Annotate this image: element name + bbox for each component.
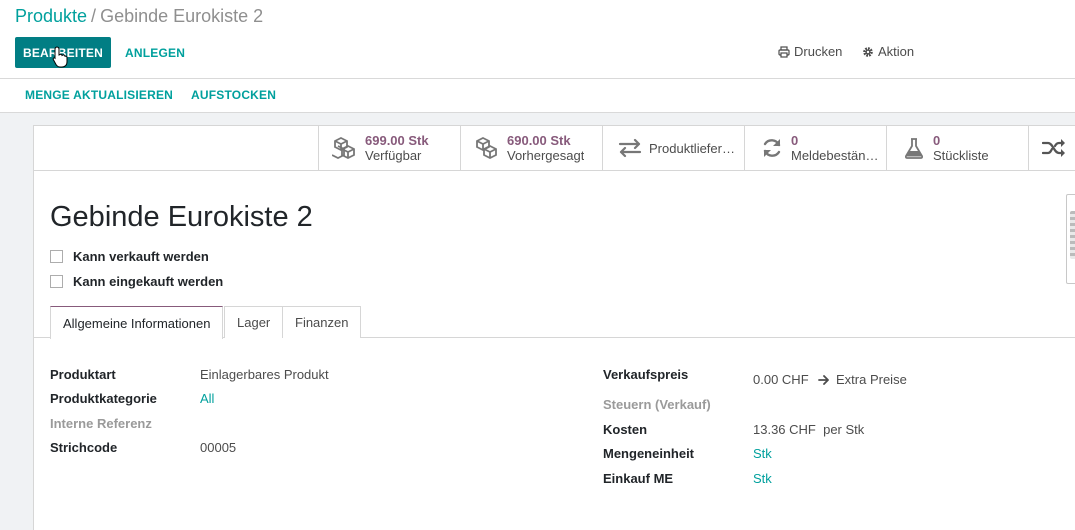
forecasted-label: Vorhergesagt: [507, 148, 585, 163]
barcode-value[interactable]: 00005: [200, 440, 236, 455]
tab-general-information[interactable]: Allgemeine Informationen: [50, 306, 224, 339]
arrow-right-icon: [818, 374, 829, 385]
gear-icon: [863, 46, 873, 57]
print-menu[interactable]: Drucken: [778, 44, 842, 59]
can-be-purchased-row: Kann eingekauft werden: [50, 274, 223, 289]
product-type-label: Produktart: [50, 367, 116, 382]
tab-inventory[interactable]: Lager: [224, 306, 284, 338]
available-label: Verfügbar: [365, 148, 422, 163]
replenish-button[interactable]: AUFSTOCKEN: [191, 88, 276, 102]
smart-button-box: 699.00 Stk Verfügbar 690.00 Stk Vorherge…: [34, 126, 1075, 171]
uom-value[interactable]: Stk: [753, 446, 772, 461]
notebook-tabs: Allgemeine Informationen Lager Finanzen: [34, 306, 1075, 339]
smart-button-forecasted[interactable]: 690.00 Stk Vorhergesagt: [460, 126, 602, 170]
available-qty: 699.00 Stk: [365, 133, 429, 148]
product-type-value[interactable]: Einlagerbares Produkt: [200, 367, 329, 382]
bom-label: Stückliste: [933, 148, 989, 163]
extra-prices-button[interactable]: Extra Preise: [818, 372, 907, 387]
product-category-value[interactable]: All: [200, 391, 214, 406]
product-moves-label: Produktliefer…: [649, 140, 735, 156]
update-quantity-button[interactable]: MENGE AKTUALISIEREN: [25, 88, 173, 102]
cubes-icon: [332, 136, 355, 160]
mouse-pointer-icon: [52, 46, 68, 68]
sales-price-value[interactable]: 0.00 CHF: [753, 372, 809, 387]
forecasted-qty: 690.00 Stk: [507, 133, 571, 148]
control-panel: Produkte / Gebinde Eurokiste 2 BEARBEITEN …: [0, 0, 1075, 79]
flask-icon: [904, 138, 924, 159]
purchase-uom-value[interactable]: Stk: [753, 471, 772, 486]
smart-button-reordering[interactable]: 0 Meldebestän…: [744, 126, 886, 170]
product-image[interactable]: [1066, 194, 1075, 284]
cost-label: Kosten: [603, 422, 648, 437]
can-be-sold-row: Kann verkauft werden: [50, 249, 209, 264]
action-menu[interactable]: Aktion: [862, 44, 914, 59]
status-bar: MENGE AKTUALISIEREN AUFSTOCKEN: [0, 79, 1075, 113]
breadcrumb-parent[interactable]: Produkte: [15, 6, 87, 26]
tab-accounting[interactable]: Finanzen: [282, 306, 362, 338]
can-be-purchased-label: Kann eingekauft werden: [73, 274, 224, 289]
smart-button-bom[interactable]: 0 Stückliste: [886, 126, 1028, 170]
cubes-icon: [476, 136, 497, 160]
random-icon: [1042, 139, 1065, 157]
refresh-icon: [763, 139, 781, 157]
form-sheet: 699.00 Stk Verfügbar 690.00 Stk Vorherge…: [33, 125, 1075, 530]
exchange-icon: [618, 138, 642, 158]
breadcrumb-current: Gebinde Eurokiste 2: [100, 6, 264, 26]
cost-value[interactable]: 13.36 CHF per Stk: [753, 422, 864, 437]
breadcrumb: Produkte / Gebinde Eurokiste 2: [15, 6, 263, 27]
action-label: Aktion: [878, 44, 915, 59]
create-button[interactable]: ANLEGEN: [125, 37, 185, 68]
smart-button-available[interactable]: 699.00 Stk Verfügbar: [318, 126, 460, 170]
extra-prices-label: Extra Preise: [836, 372, 907, 387]
product-name: Gebinde Eurokiste 2: [50, 201, 313, 233]
print-icon: [778, 45, 790, 58]
print-label: Drucken: [794, 44, 843, 59]
sales-taxes-label: Steuern (Verkauf): [603, 397, 711, 412]
reordering-count: 0: [791, 133, 799, 148]
bom-count: 0: [933, 133, 941, 148]
smart-button-routes[interactable]: [1028, 126, 1075, 170]
product-category-label: Produktkategorie: [50, 391, 157, 406]
purchase-uom-label: Einkauf ME: [603, 471, 674, 486]
can-be-purchased-checkbox[interactable]: [50, 275, 63, 288]
reordering-label: Meldebestän…: [791, 148, 879, 163]
breadcrumb-separator: /: [91, 6, 97, 26]
smart-button-product-moves[interactable]: Produktliefer…: [602, 126, 744, 170]
can-be-sold-checkbox[interactable]: [50, 250, 63, 263]
barcode-label: Strichcode: [50, 440, 118, 455]
can-be-sold-label: Kann verkauft werden: [73, 249, 209, 264]
uom-label: Mengeneinheit: [603, 446, 695, 461]
sales-price-label: Verkaufspreis: [603, 367, 689, 382]
internal-reference-label: Interne Referenz: [50, 416, 152, 431]
